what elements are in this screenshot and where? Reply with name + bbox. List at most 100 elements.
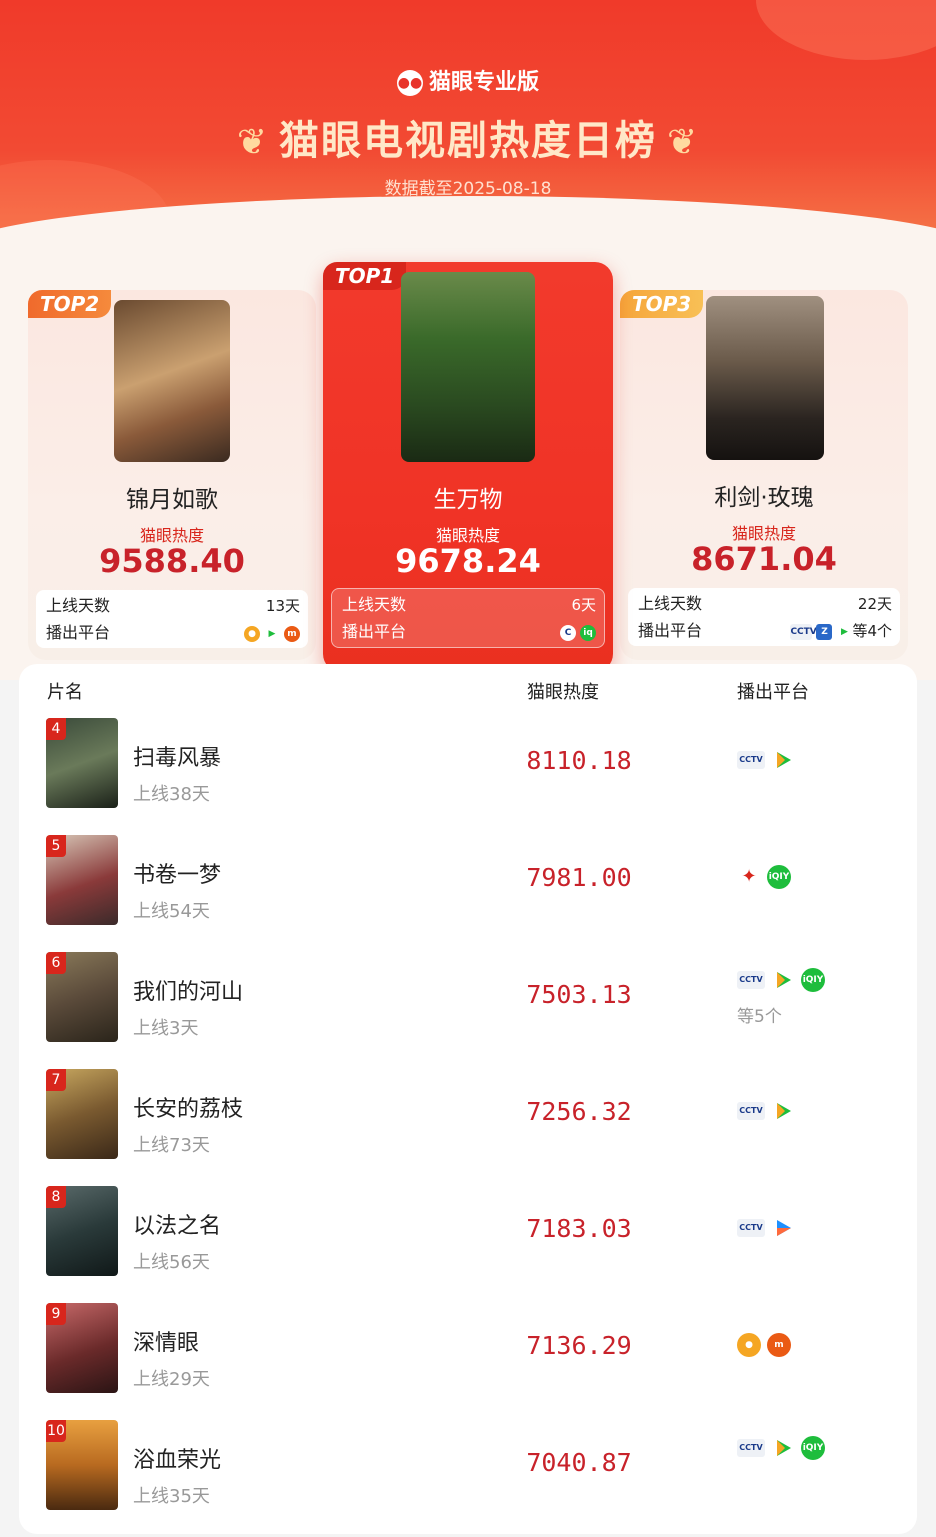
- data-date: 数据截至2025-08-18: [384, 179, 552, 199]
- col-header-heat: 猫眼热度: [527, 682, 599, 703]
- rank-badge: TOP3: [620, 290, 704, 318]
- cctv-icon: CCTV: [737, 971, 765, 989]
- zhejiang-icon: Z: [816, 623, 833, 640]
- list-item[interactable]: 8 以法之名 上线56天 7183.03 CCTV: [19, 1186, 917, 1303]
- podium-card-top2[interactable]: TOP2 锦月如歌 猫眼热度 9588.40 上线天数 13天 播出平台 ● ▶ m: [28, 290, 316, 660]
- days-label: 上线天数: [342, 595, 407, 614]
- maoyan-logo-icon: ●●: [396, 70, 423, 96]
- rank-number: 9: [46, 1303, 66, 1325]
- youku-icon: [771, 1216, 795, 1240]
- podium-card-top1[interactable]: TOP1 生万物 猫眼热度 9678.24 上线天数 6天 播出平台 Ciq: [323, 262, 613, 672]
- days-online: 上线54天: [133, 901, 210, 922]
- heat-score: 8110.18: [526, 746, 632, 775]
- drama-title: 生万物: [433, 487, 503, 513]
- laurel-left-icon: ❦: [236, 122, 269, 163]
- days-online: 上线56天: [133, 1252, 210, 1273]
- rank-number: 8: [46, 1186, 66, 1208]
- info-box: 上线天数 6天 播出平台 Ciq: [331, 588, 605, 648]
- days-online: 上线38天: [133, 784, 210, 805]
- platform-icons: CCTV: [737, 748, 801, 772]
- brand: ●● 猫眼专业版: [0, 64, 936, 96]
- cctv-icon: CCTV: [737, 1102, 765, 1120]
- brand-label: 猫眼专业版: [428, 70, 539, 95]
- poster-thumb[interactable]: 6: [46, 952, 118, 1042]
- days-online: 上线73天: [133, 1135, 210, 1156]
- list-item[interactable]: 10 浴血荣光 上线35天 7040.87 CCTV iQIY: [19, 1420, 917, 1537]
- drama-title: 锦月如歌: [126, 487, 218, 513]
- platform-icons: ● m: [737, 1333, 797, 1357]
- drama-title: 以法之名: [133, 1214, 222, 1239]
- cctv-icon: CCTV: [737, 751, 765, 769]
- poster-thumb[interactable]: 7: [46, 1069, 118, 1159]
- more-platforms: 等5个: [737, 1007, 782, 1027]
- heat-score: 7503.13: [526, 980, 632, 1009]
- drama-title: 扫毒风暴: [133, 746, 222, 771]
- list-item[interactable]: 9 深情眼 上线29天 7136.29 ● m: [19, 1303, 917, 1420]
- iqiyi-icon: iQIY: [801, 1436, 825, 1460]
- list-item[interactable]: 7 长安的荔枝 上线73天 7256.32 CCTV: [19, 1069, 917, 1186]
- platform-icons: ✦ iQIY: [737, 865, 797, 889]
- page-title: ❦ 猫眼电视剧热度日榜 ❦: [0, 108, 936, 166]
- ranking-list: 片名 猫眼热度 播出平台 4 扫毒风暴 上线38天 8110.18 CCTV 5…: [19, 664, 917, 1534]
- list-item[interactable]: 6 我们的河山 上线3天 7503.13 CCTV iQIY 等5个: [19, 952, 917, 1069]
- heat-score: 8671.04: [691, 540, 837, 578]
- header-banner: ●● 猫眼专业版 ❦ 猫眼电视剧热度日榜 ❦ 数据截至2025-08-18: [0, 0, 936, 250]
- decor-blob: [756, 0, 936, 60]
- poster-image[interactable]: [114, 300, 230, 462]
- poster-image[interactable]: [401, 272, 535, 462]
- heat-score: 7183.03: [526, 1214, 632, 1243]
- tencent-icon: [771, 748, 795, 772]
- heat-score: 7981.00: [526, 863, 632, 892]
- rank-number: 7: [46, 1069, 66, 1091]
- poster-thumb[interactable]: 8: [46, 1186, 118, 1276]
- drama-title: 深情眼: [133, 1331, 200, 1356]
- platform-icons: CCTV iQIY: [737, 968, 831, 992]
- platform-icons: Ciq: [556, 619, 596, 645]
- heat-score: 7040.87: [526, 1448, 632, 1477]
- tencent-icon: [771, 968, 795, 992]
- cctv-icon: C: [560, 624, 576, 641]
- cctv-icon: CCTV: [737, 1439, 765, 1457]
- platform-icons: CCTV Z ▶ 等4个: [786, 618, 892, 644]
- platform-label: 播出平台: [46, 623, 111, 642]
- rank-badge: TOP1: [323, 262, 407, 290]
- days-label: 上线天数: [638, 594, 703, 613]
- heat-score: 9588.40: [99, 542, 245, 580]
- heat-score: 9678.24: [395, 542, 541, 580]
- iqiyi-icon: iq: [580, 624, 596, 641]
- mango-icon: ●: [737, 1333, 761, 1357]
- days-online: 上线29天: [133, 1369, 210, 1390]
- page-title-text: 猫眼电视剧热度日榜: [279, 118, 657, 164]
- platform-icons: CCTV iQIY: [737, 1436, 831, 1460]
- days-online: 上线35天: [133, 1486, 210, 1507]
- cctv-icon: CCTV: [790, 623, 817, 640]
- info-box: 上线天数 13天 播出平台 ● ▶ m: [36, 590, 308, 648]
- poster-thumb[interactable]: 4: [46, 718, 118, 808]
- list-item[interactable]: 5 书卷一梦 上线54天 7981.00 ✦ iQIY: [19, 835, 917, 952]
- days-value: 6天: [571, 596, 596, 614]
- poster-thumb[interactable]: 5: [46, 835, 118, 925]
- platform-icons: CCTV: [737, 1216, 801, 1240]
- poster-thumb[interactable]: 9: [46, 1303, 118, 1393]
- drama-title: 长安的荔枝: [133, 1097, 244, 1122]
- iqiyi-icon: iQIY: [801, 968, 825, 992]
- tencent-icon: ▶: [836, 623, 853, 640]
- platform-icons: CCTV: [737, 1099, 801, 1123]
- iqiyi-icon: iQIY: [767, 865, 791, 889]
- cctv-icon: CCTV: [737, 1219, 765, 1237]
- drama-title: 书卷一梦: [133, 863, 222, 888]
- tencent-icon: ▶: [264, 625, 280, 642]
- mgtv-icon: m: [767, 1333, 791, 1357]
- rank-number: 5: [46, 835, 66, 857]
- poster-thumb[interactable]: 10: [46, 1420, 118, 1510]
- rank-number: 6: [46, 952, 66, 974]
- poster-image[interactable]: [706, 296, 824, 460]
- podium-card-top3[interactable]: TOP3 利剑·玫瑰 猫眼热度 8671.04 上线天数 22天 播出平台 CCTV…: [620, 290, 908, 660]
- platform-label: 播出平台: [342, 622, 407, 641]
- list-item[interactable]: 4 扫毒风暴 上线38天 8110.18 CCTV: [19, 718, 917, 835]
- more-platforms: 等4个: [852, 622, 892, 640]
- jiangsu-icon: ✦: [741, 866, 757, 887]
- platform-icons: ● ▶ m: [240, 620, 300, 646]
- heat-score: 7136.29: [526, 1331, 632, 1360]
- platform-label: 播出平台: [638, 621, 703, 640]
